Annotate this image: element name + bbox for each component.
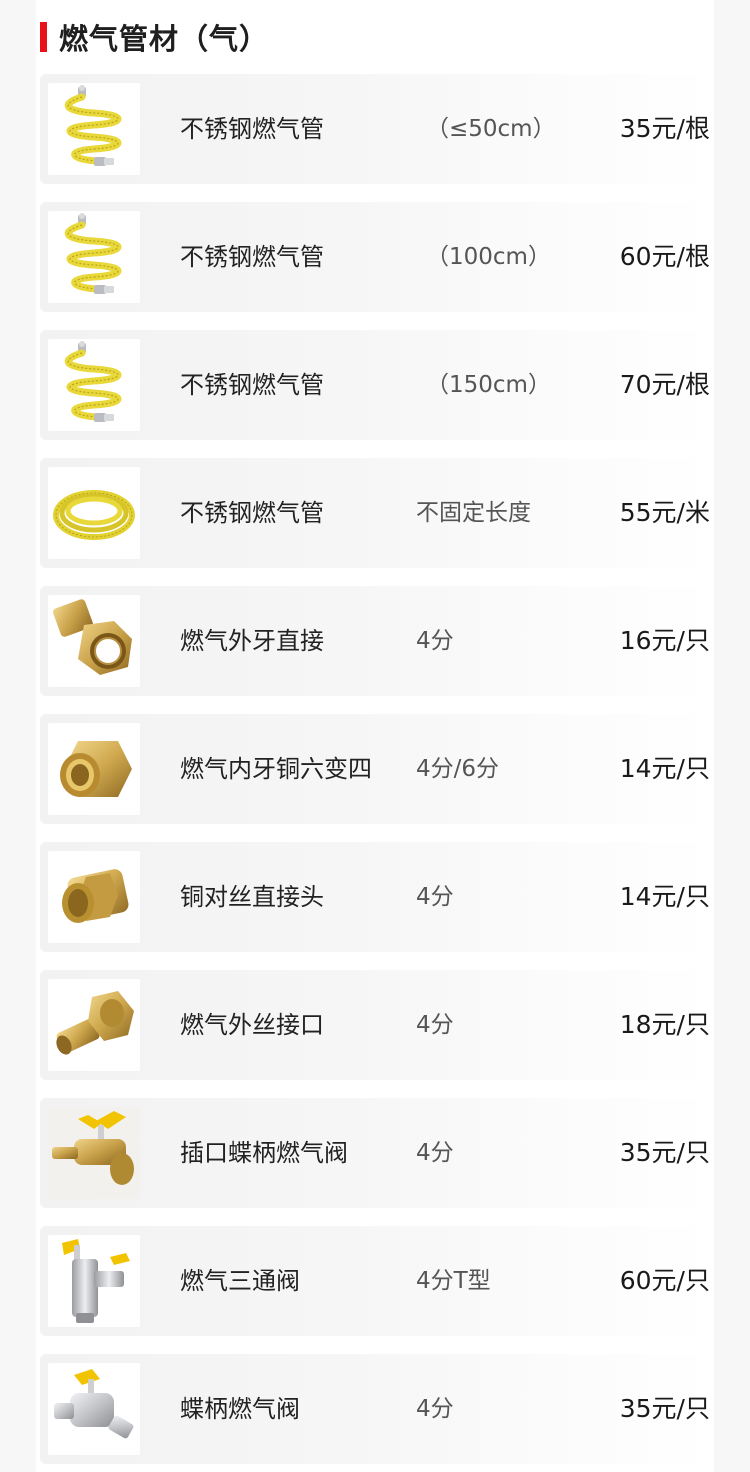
- product-name: 不锈钢燃气管: [180, 243, 324, 271]
- product-item[interactable]: 不锈钢燃气管 （150cm） 70元/根: [40, 330, 714, 440]
- product-name: 燃气三通阀: [180, 1267, 300, 1295]
- brass-male-connector-icon: [53, 599, 132, 675]
- butterfly-handle-gas-valve-icon: [54, 1369, 134, 1439]
- product-name: 不锈钢燃气管: [180, 115, 324, 143]
- product-item[interactable]: 燃气外牙直接 4分 16元/只: [40, 586, 714, 696]
- product-price: 35元/只: [619, 1394, 710, 1423]
- section-header: 燃气管材（气）: [36, 14, 714, 60]
- product-thumbnail: [48, 723, 140, 815]
- product-spec: 4分/6分: [416, 756, 500, 782]
- tee-gas-valve-icon: [62, 1239, 130, 1323]
- product-price: 35元/根: [619, 114, 710, 143]
- yellow-coiled-gas-hose-icon: [65, 213, 122, 294]
- product-item[interactable]: 不锈钢燃气管 不固定长度 55元/米: [40, 458, 714, 568]
- product-spec: 4分: [416, 884, 454, 910]
- product-thumbnail: [48, 979, 140, 1071]
- product-thumbnail: [48, 1235, 140, 1327]
- content-panel: 燃气管材（气） 不锈钢燃气管 （≤50cm） 35元/根 不锈钢燃气管 （100…: [36, 0, 714, 1472]
- product-item[interactable]: 不锈钢燃气管 （≤50cm） 35元/根: [40, 74, 714, 184]
- product-item[interactable]: 燃气三通阀 4分T型 60元/只: [40, 1226, 714, 1336]
- product-price: 18元/只: [619, 1010, 710, 1039]
- product-price: 55元/米: [619, 498, 710, 527]
- product-item[interactable]: 蝶柄燃气阀 4分 35元/只: [40, 1354, 714, 1464]
- product-spec: 4分: [416, 1140, 454, 1166]
- product-spec: 4分T型: [416, 1268, 491, 1294]
- product-price: 60元/只: [619, 1266, 710, 1295]
- product-price: 14元/只: [619, 754, 710, 783]
- product-name: 铜对丝直接头: [180, 883, 324, 911]
- product-price: 70元/根: [619, 370, 710, 399]
- butterfly-handle-hose-valve-icon: [52, 1111, 134, 1185]
- product-name: 不锈钢燃气管: [180, 499, 324, 527]
- product-price: 60元/根: [619, 242, 710, 271]
- product-spec: 4分: [416, 1396, 454, 1422]
- product-thumbnail: [48, 211, 140, 303]
- product-name: 燃气外丝接口: [180, 1011, 324, 1039]
- product-thumbnail: [48, 339, 140, 431]
- product-spec: 不固定长度: [416, 500, 531, 526]
- yellow-coiled-gas-hose-icon: [65, 85, 122, 166]
- product-name: 燃气内牙铜六变四: [180, 755, 372, 783]
- product-thumbnail: [48, 467, 140, 559]
- product-thumbnail: [48, 595, 140, 687]
- product-thumbnail: [48, 1363, 140, 1455]
- product-spec: 4分: [416, 628, 454, 654]
- yellow-coiled-gas-hose-icon: [65, 341, 122, 422]
- section-accent-bar: [40, 22, 47, 52]
- yellow-hose-roll-icon: [53, 490, 135, 540]
- brass-threaded-adapter-icon: [56, 991, 134, 1055]
- product-name: 蝶柄燃气阀: [180, 1395, 300, 1423]
- product-spec: 4分: [416, 1012, 454, 1038]
- product-item[interactable]: 插口蝶柄燃气阀 4分 35元/只: [40, 1098, 714, 1208]
- product-item[interactable]: 燃气内牙铜六变四 4分/6分 14元/只: [40, 714, 714, 824]
- product-thumbnail: [48, 83, 140, 175]
- product-item[interactable]: 铜对丝直接头 4分 14元/只: [40, 842, 714, 952]
- product-spec: （100cm）: [426, 244, 551, 270]
- product-name: 不锈钢燃气管: [180, 371, 324, 399]
- product-thumbnail: [48, 851, 140, 943]
- brass-nipple-fitting-icon: [62, 869, 129, 923]
- product-thumbnail: [48, 1107, 140, 1199]
- product-spec: （150cm）: [426, 372, 551, 398]
- brass-reducer-fitting-icon: [60, 741, 132, 797]
- product-price: 14元/只: [619, 882, 710, 911]
- product-name: 燃气外牙直接: [180, 627, 324, 655]
- product-list: 不锈钢燃气管 （≤50cm） 35元/根 不锈钢燃气管 （100cm） 60元/…: [40, 74, 714, 1472]
- product-spec: （≤50cm）: [426, 116, 556, 142]
- product-item[interactable]: 燃气外丝接口 4分 18元/只: [40, 970, 714, 1080]
- product-price: 16元/只: [619, 626, 710, 655]
- page: 燃气管材（气） 不锈钢燃气管 （≤50cm） 35元/根 不锈钢燃气管 （100…: [0, 0, 750, 1472]
- product-price: 35元/只: [619, 1138, 710, 1167]
- section-title: 燃气管材（气）: [59, 22, 270, 56]
- product-name: 插口蝶柄燃气阀: [180, 1139, 348, 1167]
- product-item[interactable]: 不锈钢燃气管 （100cm） 60元/根: [40, 202, 714, 312]
